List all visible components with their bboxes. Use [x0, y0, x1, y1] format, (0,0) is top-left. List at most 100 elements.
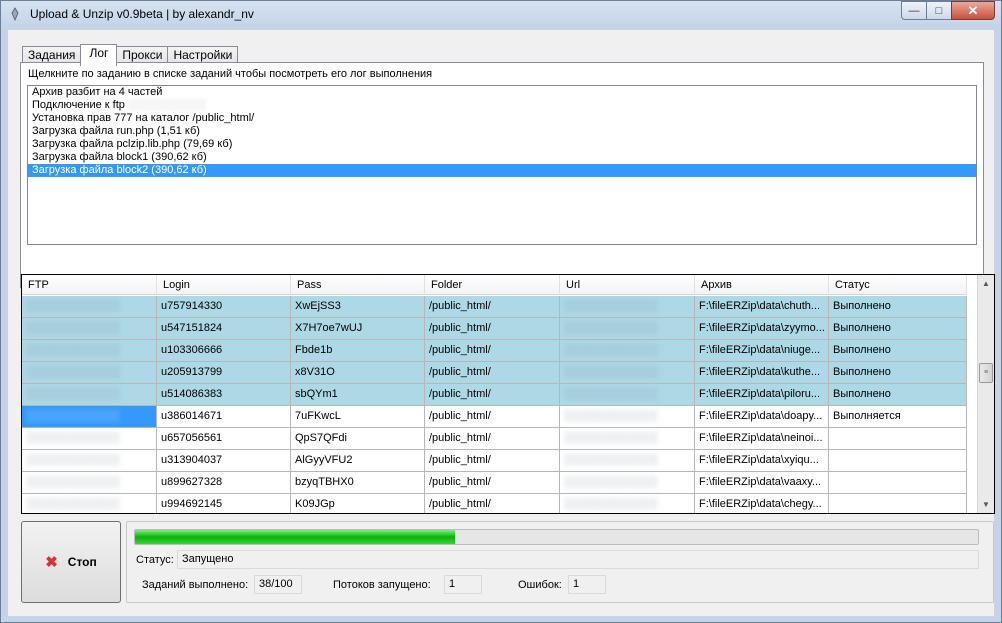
cell-url[interactable]: ░░░░░░░░░░░░ [560, 318, 695, 340]
cell-pass[interactable]: X7H7oe7wUJ [291, 318, 425, 340]
grid-scrollbar[interactable]: ▲ ≡ ▼ [977, 275, 994, 513]
cell-archive[interactable]: F:\fileERZip\data\piloru... [695, 384, 829, 406]
table-row[interactable]: ░░░░░░░░░░░░ u103306666 Fbde1b/public_html… [22, 340, 967, 362]
cell-pass[interactable]: bzyqTBHX0 [291, 472, 425, 494]
cell-ftp[interactable]: ░░░░░░░░░░░░ [22, 406, 157, 428]
tab-log[interactable]: Лог [80, 44, 118, 66]
maximize-button[interactable]: □ [926, 1, 952, 20]
table-row[interactable]: ░░░░░░░░░░░░ u657056561 QpS7QFdi/public_ht… [22, 428, 967, 450]
minimize-button[interactable]: — [901, 1, 927, 20]
cell-archive[interactable]: F:\fileERZip\data\doapy... [695, 406, 829, 428]
cell-archive[interactable]: F:\fileERZip\data\chuth... [695, 296, 829, 318]
column-header-url[interactable]: Url [560, 275, 695, 295]
cell-archive[interactable]: F:\fileERZip\data\niuge... [695, 340, 829, 362]
table-row[interactable]: ░░░░░░░░░░░░ u994692145 K09JGp/public_html… [22, 494, 967, 513]
cell-url[interactable]: ░░░░░░░░░░░░ [560, 406, 695, 428]
table-row[interactable]: ░░░░░░░░░░░░ u899627328 bzyqTBHX0/public_h… [22, 472, 967, 494]
cell-archive[interactable]: F:\fileERZip\data\xyiqu... [695, 450, 829, 472]
cell-pass[interactable]: sbQYm1 [291, 384, 425, 406]
column-header-pass[interactable]: Pass [291, 275, 425, 295]
table-row[interactable]: ░░░░░░░░░░░░ u313904037 AlGyyVFU2/public_h… [22, 450, 967, 472]
cell-archive[interactable]: F:\fileERZip\data\neinoi... [695, 428, 829, 450]
cell-folder[interactable]: /public_html/ [425, 472, 560, 494]
cell-login[interactable]: u994692145 [157, 494, 291, 513]
column-header-archive[interactable]: Архив [695, 275, 829, 295]
cell-status[interactable] [829, 450, 967, 472]
cell-login[interactable]: u205913799 [157, 362, 291, 384]
cell-pass[interactable]: 7uFKwcL [291, 406, 425, 428]
cell-ftp[interactable]: ░░░░░░░░░░░░ [22, 318, 157, 340]
column-header-status[interactable]: Статус [829, 275, 967, 295]
cell-pass[interactable]: XwEjSS3 [291, 296, 425, 318]
cell-login[interactable]: u313904037 [157, 450, 291, 472]
cell-url[interactable]: ░░░░░░░░░░░░ [560, 494, 695, 513]
table-row[interactable]: ░░░░░░░░░░░░ u514086383 sbQYm1/public_html… [22, 384, 967, 406]
log-line[interactable]: Архив разбит на 4 частей [28, 86, 976, 99]
log-line[interactable]: Установка прав 777 на каталог /public_ht… [28, 112, 976, 125]
column-header-folder[interactable]: Folder [425, 275, 560, 295]
log-line[interactable]: Загрузка файла pclzip.lib.php (79,69 кб) [28, 138, 976, 151]
cell-pass[interactable]: x8V31O [291, 362, 425, 384]
cell-login[interactable]: u899627328 [157, 472, 291, 494]
log-line[interactable]: Загрузка файла run.php (1,51 кб) [28, 125, 976, 138]
table-row[interactable]: ░░░░░░░░░░░░ u547151824 X7H7oe7wUJ/public_… [22, 318, 967, 340]
cell-archive[interactable]: F:\fileERZip\data\kuthe... [695, 362, 829, 384]
cell-pass[interactable]: K09JGp [291, 494, 425, 513]
cell-login[interactable]: u657056561 [157, 428, 291, 450]
column-header-ftp[interactable]: FTP [22, 275, 157, 295]
table-row[interactable]: ░░░░░░░░░░░░ u386014671 7uFKwcL/public_htm… [22, 406, 967, 428]
tasks-grid[interactable]: FTP Login Pass Folder Url Архив Статус ░… [21, 274, 995, 514]
log-line[interactable]: Подключение к ftp ░░░░░░░░░░ [28, 99, 976, 112]
table-row[interactable]: ░░░░░░░░░░░░ u205913799 x8V31O/public_html… [22, 362, 967, 384]
cell-status[interactable]: Выполнено [829, 296, 967, 318]
cell-login[interactable]: u386014671 [157, 406, 291, 428]
column-header-login[interactable]: Login [157, 275, 291, 295]
cell-url[interactable]: ░░░░░░░░░░░░ [560, 384, 695, 406]
cell-folder[interactable]: /public_html/ [425, 406, 560, 428]
cell-login[interactable]: u757914330 [157, 296, 291, 318]
cell-pass[interactable]: AlGyyVFU2 [291, 450, 425, 472]
cell-ftp[interactable]: ░░░░░░░░░░░░ [22, 450, 157, 472]
scroll-up-icon[interactable]: ▲ [978, 275, 994, 292]
table-row[interactable]: ░░░░░░░░░░░░ u757914330 XwEjSS3/public_htm… [22, 296, 967, 318]
cell-url[interactable]: ░░░░░░░░░░░░ [560, 362, 695, 384]
cell-url[interactable]: ░░░░░░░░░░░░ [560, 340, 695, 362]
log-line[interactable]: Загрузка файла block2 (390,62 кб) [28, 164, 976, 177]
cell-login[interactable]: u514086383 [157, 384, 291, 406]
cell-status[interactable] [829, 494, 967, 513]
title-bar[interactable]: Upload & Unzip v0.9beta | by alexandr_nv… [1, 1, 1001, 28]
cell-ftp[interactable]: ░░░░░░░░░░░░ [22, 494, 157, 513]
cell-archive[interactable]: F:\fileERZip\data\vaaxy... [695, 472, 829, 494]
cell-archive[interactable]: F:\fileERZip\data\zyymo... [695, 318, 829, 340]
cell-status[interactable]: Выполнено [829, 340, 967, 362]
cell-url[interactable]: ░░░░░░░░░░░░ [560, 472, 695, 494]
stop-button[interactable]: ✖ Стоп [21, 521, 121, 603]
cell-url[interactable]: ░░░░░░░░░░░░ [560, 450, 695, 472]
cell-status[interactable]: Выполнено [829, 318, 967, 340]
cell-ftp[interactable]: ░░░░░░░░░░░░ [22, 340, 157, 362]
cell-ftp[interactable]: ░░░░░░░░░░░░ [22, 362, 157, 384]
cell-status[interactable]: Выполнено [829, 384, 967, 406]
cell-folder[interactable]: /public_html/ [425, 450, 560, 472]
cell-login[interactable]: u103306666 [157, 340, 291, 362]
scroll-thumb[interactable]: ≡ [979, 363, 993, 383]
cell-folder[interactable]: /public_html/ [425, 340, 560, 362]
cell-folder[interactable]: /public_html/ [425, 494, 560, 513]
cell-folder[interactable]: /public_html/ [425, 362, 560, 384]
cell-status[interactable] [829, 472, 967, 494]
cell-ftp[interactable]: ░░░░░░░░░░░░ [22, 428, 157, 450]
cell-folder[interactable]: /public_html/ [425, 384, 560, 406]
cell-pass[interactable]: Fbde1b [291, 340, 425, 362]
cell-pass[interactable]: QpS7QFdi [291, 428, 425, 450]
cell-folder[interactable]: /public_html/ [425, 428, 560, 450]
cell-status[interactable]: Выполнено [829, 362, 967, 384]
cell-archive[interactable]: F:\fileERZip\data\chegy... [695, 494, 829, 513]
cell-folder[interactable]: /public_html/ [425, 296, 560, 318]
cell-status[interactable] [829, 428, 967, 450]
log-line[interactable]: Загрузка файла block1 (390,62 кб) [28, 151, 976, 164]
cell-ftp[interactable]: ░░░░░░░░░░░░ [22, 296, 157, 318]
cell-login[interactable]: u547151824 [157, 318, 291, 340]
cell-ftp[interactable]: ░░░░░░░░░░░░ [22, 472, 157, 494]
cell-status[interactable]: Выполняется [829, 406, 967, 428]
cell-url[interactable]: ░░░░░░░░░░░░ [560, 428, 695, 450]
